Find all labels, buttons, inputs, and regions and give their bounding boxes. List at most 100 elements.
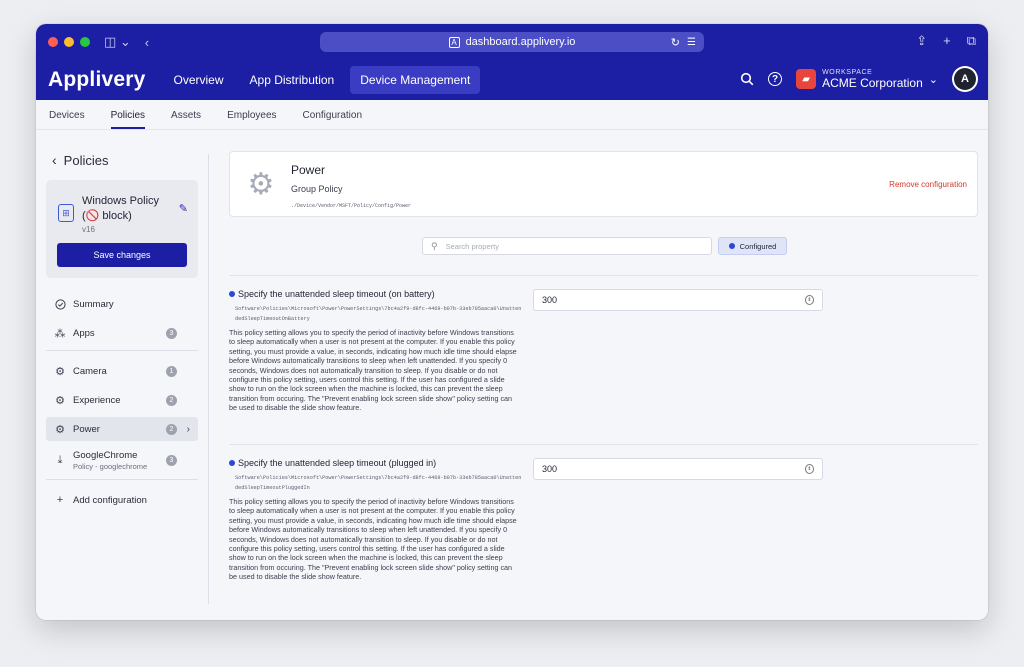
sidebar-item-experience[interactable]: ⚙ Experience 2 (46, 388, 198, 412)
sidebar-item-label: Camera (73, 365, 107, 377)
back-to-policies[interactable]: ‹ Policies (52, 152, 208, 168)
gear-icon: ⚙ (55, 423, 65, 436)
header-actions: ? ▰ WORKSPACE ACME Corporation ⌄ A (738, 66, 978, 92)
gear-icon: ⚙ (247, 168, 275, 201)
workspace-logo-icon: ▰ (796, 69, 817, 89)
window-controls (48, 37, 90, 47)
back-label: Policies (63, 152, 109, 168)
setting-row: Specify the unattended sleep timeout (pl… (229, 458, 978, 582)
close-window-button[interactable] (48, 37, 58, 47)
sidebar-item-summary[interactable]: Summary (46, 292, 198, 316)
sidebar-item-camera[interactable]: ⚙ Camera 1 (46, 359, 198, 383)
setting-title-text: Specify the unattended sleep timeout (pl… (238, 458, 437, 468)
sidebar-item-text: GoogleChrome Policy - googlechrome (73, 450, 147, 471)
add-configuration-button[interactable]: + Add configuration (46, 488, 198, 512)
policy-name-line2: (🚫 block) (82, 210, 132, 222)
nav-device-management[interactable]: Device Management (350, 66, 481, 94)
chevron-down-icon[interactable]: ⌄ (929, 73, 938, 86)
policy-version: v16 (82, 225, 95, 234)
divider (46, 350, 198, 351)
tabs-overview-icon[interactable]: ⧉ (967, 33, 976, 49)
search-icon: ⚲ (431, 240, 438, 251)
tab-policies[interactable]: Policies (110, 110, 146, 129)
section-divider (229, 444, 978, 445)
tab-employees[interactable]: Employees (227, 110, 276, 129)
app-header: Applivery Overview App Distribution Devi… (36, 60, 988, 100)
nav-app-distribution[interactable]: App Distribution (240, 66, 345, 94)
setting-description: This policy setting allows you to specif… (229, 328, 517, 413)
sidebar-item-label: Experience (73, 394, 121, 406)
url-text: dashboard.applivery.io (465, 36, 576, 48)
count-badge: 3 (166, 454, 177, 466)
app-logo[interactable]: Applivery (48, 68, 146, 92)
setting-registry-path: Software\Policies\Microsoft\Power\PowerS… (235, 306, 522, 322)
nav-overview[interactable]: Overview (164, 66, 234, 94)
address-bar[interactable]: A dashboard.applivery.io ↻ ☰ (320, 32, 704, 52)
minimize-window-button[interactable] (64, 37, 74, 47)
share-icon[interactable]: ⇪ (916, 33, 927, 49)
reload-icon[interactable]: ↻ (671, 36, 680, 49)
configured-dot (229, 460, 235, 466)
config-subtitle: Group Policy (291, 184, 343, 194)
search-placeholder: Search property (445, 241, 499, 251)
pencil-icon[interactable]: ✎ (179, 202, 188, 215)
stepper-icon[interactable]: ⇕ (805, 464, 814, 474)
config-list: Summary ⁂ Apps 3 ⚙ Camera 1 ⚙ Experience… (46, 292, 208, 512)
filter-row: ⚲ Search property Configured (422, 237, 787, 255)
avatar[interactable]: A (952, 66, 978, 92)
sidebar-item-sublabel: Policy - googlechrome (73, 461, 148, 471)
save-changes-button[interactable]: Save changes (57, 243, 187, 267)
sidebar-item-label: Summary (73, 298, 114, 310)
config-title: Power (291, 163, 326, 177)
setting-row: Specify the unattended sleep timeout (on… (229, 289, 978, 413)
sidebar-toggle-icon[interactable]: ◫ ⌄ (104, 34, 131, 50)
sidebar-item-googlechrome[interactable]: ⤓ GoogleChrome Policy - googlechrome 3 (46, 446, 198, 474)
sidebar-item-label: GoogleChrome (73, 449, 138, 461)
policy-name: Windows Policy (🚫 block) (82, 194, 159, 224)
tab-assets[interactable]: Assets (171, 110, 201, 129)
setting-description: This policy setting allows you to specif… (229, 497, 517, 582)
tab-configuration[interactable]: Configuration (303, 110, 362, 129)
chevron-left-icon: ‹ (52, 152, 57, 168)
sidebar-item-power[interactable]: ⚙ Power 2 › (46, 417, 198, 441)
sidebar-separator (208, 154, 209, 604)
stepper-icon[interactable]: ⇕ (805, 295, 814, 305)
configured-label: Configured (739, 241, 777, 251)
site-icon: A (448, 36, 460, 48)
chevron-right-icon: › (186, 423, 190, 435)
plus-icon: + (56, 494, 64, 506)
count-badge: 2 (166, 423, 177, 435)
sidebar-item-label: Apps (73, 327, 95, 339)
configured-filter-button[interactable]: Configured (718, 237, 787, 255)
check-circle-icon (54, 298, 66, 310)
zoom-window-button[interactable] (80, 37, 90, 47)
workspace-label: WORKSPACE (822, 68, 873, 76)
remove-configuration-link[interactable]: Remove configuration (889, 180, 967, 189)
search-input[interactable]: ⚲ Search property (422, 237, 712, 255)
toolbar-right: ⇪ + ⧉ (916, 33, 976, 49)
browser-toolbar: ◫ ⌄ ‹ A dashboard.applivery.io ↻ ☰ ⇪ + ⧉ (36, 24, 988, 60)
gear-icon: ⚙ (55, 394, 65, 407)
status-dot (728, 243, 735, 249)
input-value: 300 (542, 295, 558, 305)
sub-navigation: Devices Policies Assets Employees Config… (36, 100, 988, 130)
back-arrow-icon[interactable]: ‹ (145, 35, 149, 50)
timeout-on-battery-input[interactable]: 300 ⇕ (533, 289, 823, 311)
user-avatar-icon: A (954, 68, 976, 90)
setting-title-text: Specify the unattended sleep timeout (on… (238, 289, 435, 299)
workspace-selector[interactable]: WORKSPACE ACME Corporation (822, 69, 923, 90)
new-tab-icon[interactable]: + (943, 33, 951, 49)
count-badge: 3 (166, 327, 177, 339)
download-icon: ⤓ (57, 453, 63, 466)
configuration-header-card: ⚙ Power Group Policy ./Device/Vendor/MSF… (229, 151, 978, 217)
reader-icon[interactable]: ☰ (687, 37, 696, 48)
tab-devices[interactable]: Devices (49, 110, 85, 129)
apps-icon: ⁂ (54, 327, 66, 340)
timeout-plugged-in-input[interactable]: 300 ⇕ (533, 458, 823, 480)
sidebar-item-apps[interactable]: ⁂ Apps 3 (46, 321, 198, 345)
policy-name-line1: Windows Policy (82, 195, 160, 207)
help-icon[interactable]: ? (768, 72, 783, 86)
browser-window: ◫ ⌄ ‹ A dashboard.applivery.io ↻ ☰ ⇪ + ⧉… (36, 24, 988, 620)
policy-sidebar: ‹ Policies ⊞ Windows Policy (🚫 block) v1… (36, 130, 208, 620)
search-icon[interactable] (738, 70, 756, 88)
